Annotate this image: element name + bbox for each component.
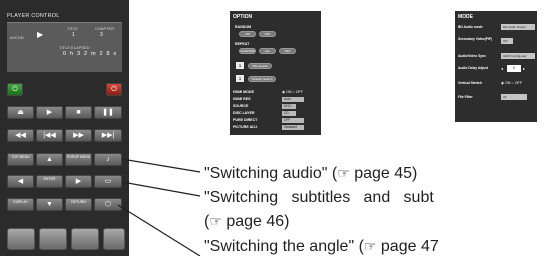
callout-audio-page: page 45)	[354, 165, 418, 182]
callout-subtitle-text: "Switching subtitles and subt	[204, 189, 434, 206]
callout-angle-page: page 47	[380, 238, 439, 255]
leader-line-subtitle	[121, 181, 201, 197]
callout-switching-audio: "Switching audio" (☞ page 45)	[204, 164, 417, 183]
page-reference-icon: ☞	[337, 165, 350, 181]
leader-line-audio	[121, 158, 201, 173]
page-reference-icon: ☞	[209, 213, 222, 229]
callout-audio-text: "Switching audio" (	[204, 165, 338, 182]
callout-switching-angle: "Switching the angle" (☞ page 47	[204, 237, 439, 256]
callout-angle-text: "Switching the angle" (	[204, 238, 364, 255]
leader-line-angle	[117, 204, 201, 256]
page-reference-icon: ☞	[363, 238, 377, 254]
callout-subtitles-page: (☞ page 46)	[204, 212, 290, 231]
callout-switching-subtitles: "Switching subtitles and subt	[204, 188, 434, 207]
callout-subtitle-page: page 46)	[226, 213, 290, 230]
